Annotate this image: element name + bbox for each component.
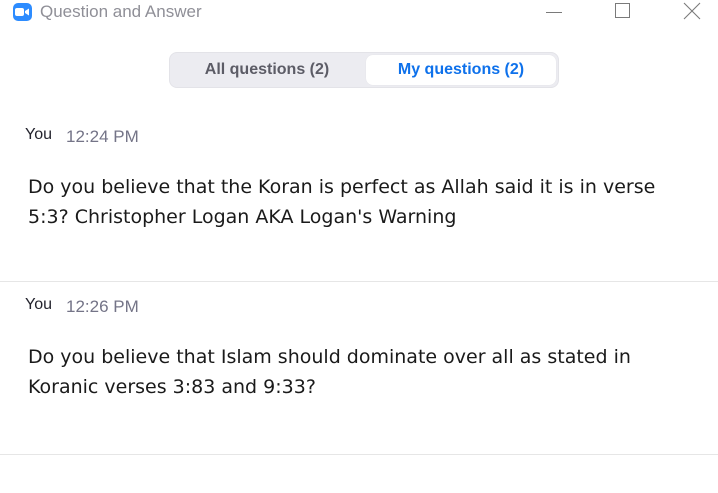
question-author: You (25, 126, 52, 143)
minimize-icon (546, 12, 562, 13)
question-time: 12:24 PM (66, 127, 139, 146)
tab-my-questions[interactable]: My questions (2) (366, 55, 556, 85)
close-button[interactable] (668, 0, 714, 26)
question-item: You 12:26 PM Do you believe that Islam s… (0, 282, 718, 455)
minimize-button[interactable] (530, 0, 576, 26)
question-time: 12:26 PM (66, 297, 139, 316)
question-author: You (25, 296, 52, 313)
maximize-icon (615, 3, 630, 18)
question-item: You 12:24 PM Do you believe that the Kor… (0, 112, 718, 282)
close-icon (683, 2, 701, 20)
question-text: Do you believe that Islam should dominat… (28, 346, 631, 398)
question-filter-tabs: All questions (2) My questions (2) (169, 52, 559, 88)
maximize-button[interactable] (598, 0, 644, 26)
question-text: Do you believe that the Koran is perfect… (28, 176, 656, 228)
title-bar: Question and Answer (0, 0, 718, 26)
tab-all-questions[interactable]: All questions (2) (172, 55, 362, 85)
zoom-video-camera-icon (13, 3, 32, 21)
window-title: Question and Answer (40, 2, 202, 21)
